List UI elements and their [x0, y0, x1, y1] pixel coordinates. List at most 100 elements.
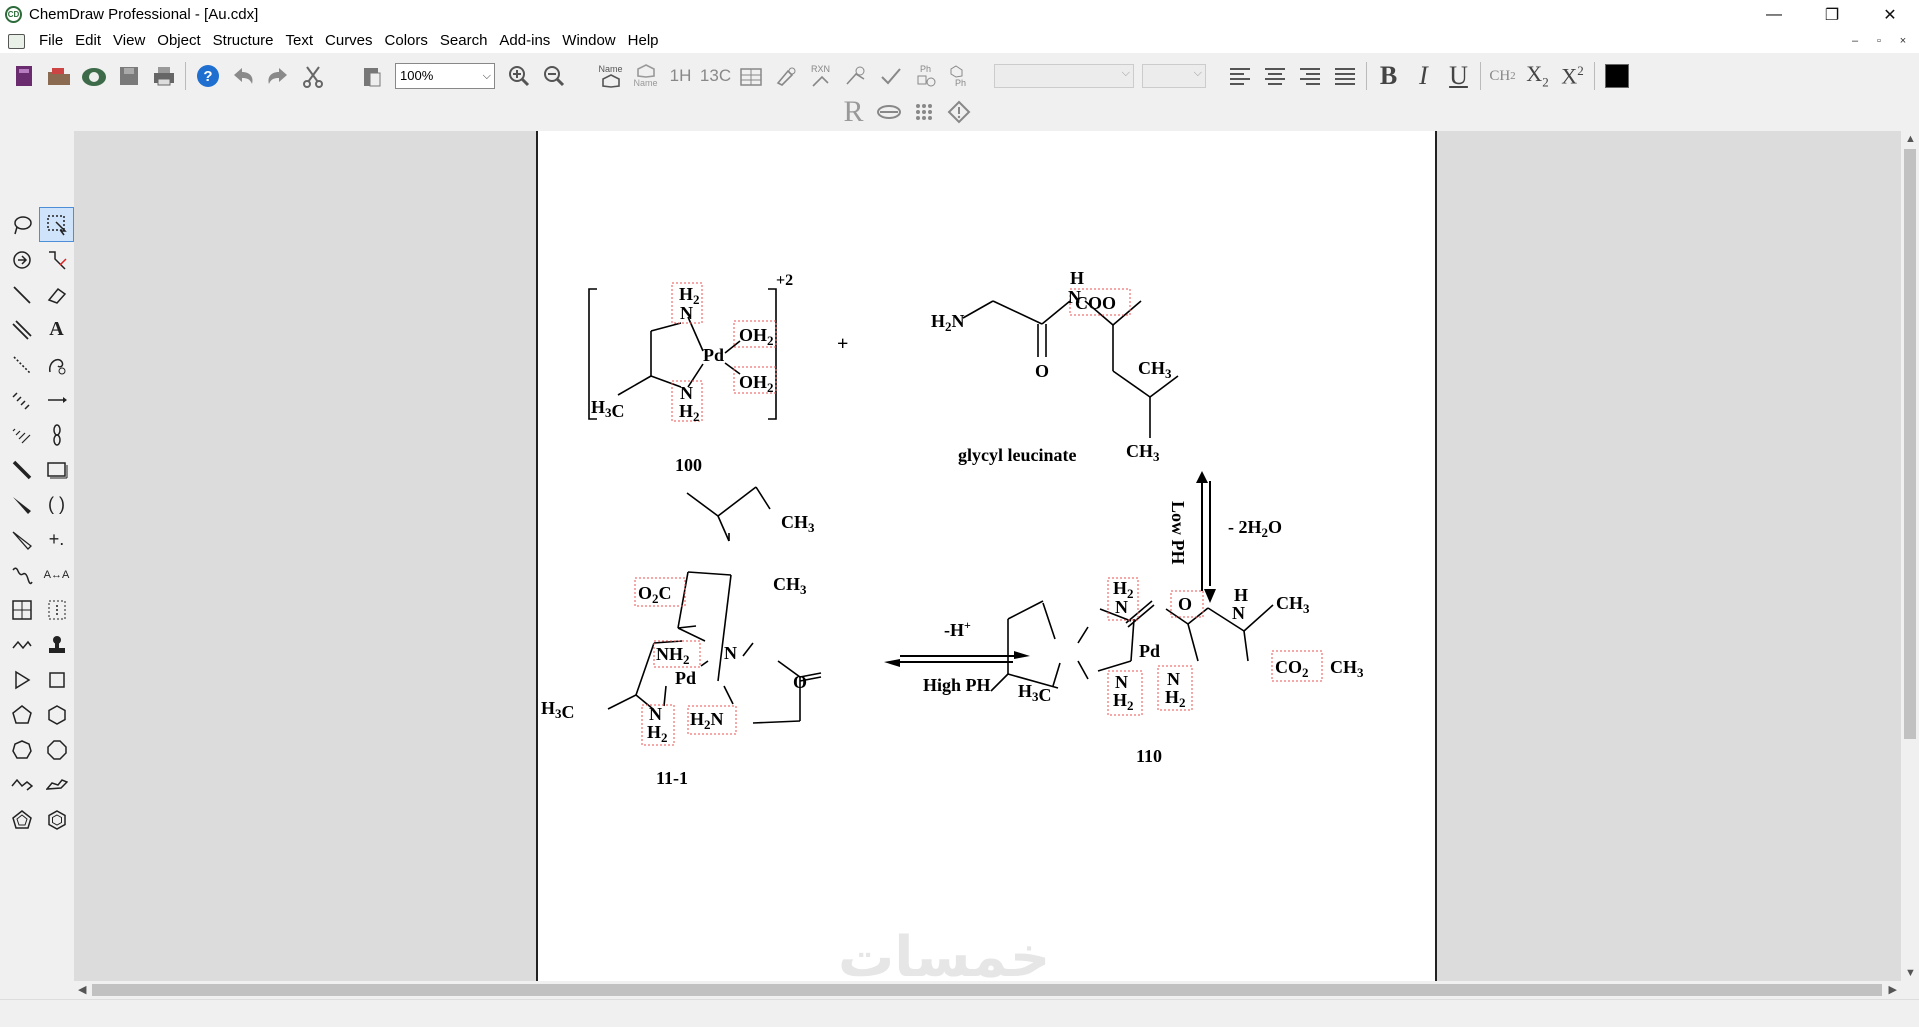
paste-icon[interactable] [354, 59, 389, 93]
cyclopentane-icon[interactable] [4, 802, 39, 837]
orbital-icon[interactable] [39, 417, 74, 452]
vertical-scrollbar[interactable]: ▲ ▼ [1901, 131, 1919, 981]
bold-bond-icon[interactable] [4, 452, 39, 487]
reaction-scheme[interactable]: H2 N Pd OH2 OH2 N H2 H3C H2N H N O COO C… [538, 131, 1435, 981]
cut-icon[interactable] [295, 59, 330, 93]
c13-nmr-icon[interactable]: 13C [698, 59, 733, 93]
atom-map-icon[interactable] [4, 242, 39, 277]
menu-file[interactable]: File [33, 29, 69, 53]
lasso-icon[interactable] [4, 207, 39, 242]
menu-structure[interactable]: Structure [207, 29, 280, 53]
heptagon-icon[interactable] [4, 732, 39, 767]
hashed-wedge-icon[interactable] [4, 417, 39, 452]
menu-search[interactable]: Search [434, 29, 494, 53]
document-canvas-area[interactable]: H2 N Pd OH2 OH2 N H2 H3C H2N H N O COO C… [74, 131, 1901, 981]
query-icon[interactable] [39, 592, 74, 627]
menu-curves[interactable]: Curves [319, 29, 379, 53]
template-icon[interactable]: A↔A [39, 557, 74, 592]
reaction-icon[interactable]: RXN [803, 59, 838, 93]
scroll-down-icon[interactable]: ▼ [1905, 967, 1916, 979]
doc-restore-button[interactable]: ▫ [1867, 33, 1891, 49]
zoom-out-icon[interactable] [536, 59, 571, 93]
print-icon[interactable] [146, 59, 181, 93]
eraser-icon[interactable] [39, 277, 74, 312]
warning-icon[interactable] [941, 95, 976, 129]
dots-icon[interactable] [906, 95, 941, 129]
triangle-icon[interactable] [4, 662, 39, 697]
bold-button[interactable]: B [1371, 59, 1406, 93]
table-icon[interactable] [4, 592, 39, 627]
pentagon-icon[interactable] [4, 697, 39, 732]
close-button[interactable]: ✕ [1861, 0, 1919, 29]
hexagon-icon[interactable] [39, 697, 74, 732]
stamp-icon[interactable] [39, 627, 74, 662]
document-page[interactable]: H2 N Pd OH2 OH2 N H2 H3C H2N H N O COO C… [536, 131, 1437, 981]
open-icon[interactable] [41, 59, 76, 93]
marquee-icon[interactable] [39, 207, 74, 242]
italic-button[interactable]: I [1406, 59, 1441, 93]
menu-object[interactable]: Object [151, 29, 206, 53]
hashed-bond-icon[interactable] [4, 382, 39, 417]
color-swatch[interactable] [1605, 64, 1629, 88]
octagon-icon[interactable] [39, 732, 74, 767]
analysis-table-icon[interactable] [733, 59, 768, 93]
r-group-icon[interactable]: R [836, 95, 871, 129]
brackets-icon[interactable]: ( ) [39, 487, 74, 522]
horizontal-scrollbar[interactable]: ◀ ▶ [74, 981, 1901, 999]
bond-icon[interactable] [4, 277, 39, 312]
pen-icon[interactable] [39, 347, 74, 382]
doc-minimize-button[interactable]: – [1843, 33, 1867, 49]
menu-add-ins[interactable]: Add-ins [493, 29, 556, 53]
charge-icon[interactable]: +. [39, 522, 74, 557]
dashed-bond-icon[interactable] [4, 347, 39, 382]
check-structure-icon[interactable] [873, 59, 908, 93]
wedge-bond-icon[interactable] [4, 487, 39, 522]
new-document-icon[interactable] [6, 59, 41, 93]
font-family-select[interactable]: ⌵ [994, 64, 1134, 88]
wavy-bond-icon[interactable] [4, 557, 39, 592]
h1-nmr-icon[interactable]: 1H [663, 59, 698, 93]
minimize-button[interactable]: — [1745, 0, 1803, 29]
redo-icon[interactable] [260, 59, 295, 93]
rectangle-icon[interactable] [39, 452, 74, 487]
doc-close-button[interactable]: × [1891, 33, 1915, 49]
formula-button[interactable]: CH 2 [1485, 59, 1520, 93]
structure-to-name-icon[interactable]: Name [628, 59, 663, 93]
text-icon[interactable]: A [39, 312, 74, 347]
vertical-scroll-thumb[interactable] [1904, 149, 1916, 739]
square-icon[interactable] [39, 662, 74, 697]
align-left-icon[interactable] [1222, 59, 1257, 93]
cyclohexane-chair2-icon[interactable] [39, 767, 74, 802]
undo-icon[interactable] [225, 59, 260, 93]
cyclohexane-chair-icon[interactable] [4, 767, 39, 802]
align-center-icon[interactable] [1257, 59, 1292, 93]
restore-button[interactable]: ❐ [1803, 0, 1861, 29]
document-menu-icon[interactable] [8, 33, 25, 49]
help-icon[interactable]: ? [190, 59, 225, 93]
biopolymer-icon[interactable] [871, 95, 906, 129]
clean-structure-icon[interactable] [768, 59, 803, 93]
scroll-left-icon[interactable]: ◀ [78, 983, 86, 996]
align-right-icon[interactable] [1292, 59, 1327, 93]
scroll-right-icon[interactable]: ▶ [1889, 983, 1897, 996]
arrow-icon[interactable] [39, 382, 74, 417]
chemdraw-online-icon[interactable] [76, 59, 111, 93]
underline-button[interactable]: U [1441, 59, 1476, 93]
acyclic-chain-icon[interactable] [4, 627, 39, 662]
menu-view[interactable]: View [107, 29, 151, 53]
save-icon[interactable] [111, 59, 146, 93]
justify-icon[interactable] [1327, 59, 1362, 93]
superscript-button[interactable]: X2 [1555, 59, 1590, 93]
font-size-select[interactable]: ⌵ [1142, 64, 1206, 88]
subscript-button[interactable]: X2 [1520, 59, 1555, 93]
benzene-icon[interactable] [39, 802, 74, 837]
contract-label-icon[interactable]: Ph [943, 59, 978, 93]
menu-text[interactable]: Text [280, 29, 320, 53]
name-to-structure-icon[interactable]: Name [593, 59, 628, 93]
hollow-wedge-icon[interactable] [4, 522, 39, 557]
multiple-bond-icon[interactable] [4, 312, 39, 347]
menu-edit[interactable]: Edit [69, 29, 107, 53]
chain-icon[interactable] [39, 242, 74, 277]
zoom-select[interactable]: 100% ⌵ [395, 63, 495, 89]
menu-colors[interactable]: Colors [379, 29, 434, 53]
